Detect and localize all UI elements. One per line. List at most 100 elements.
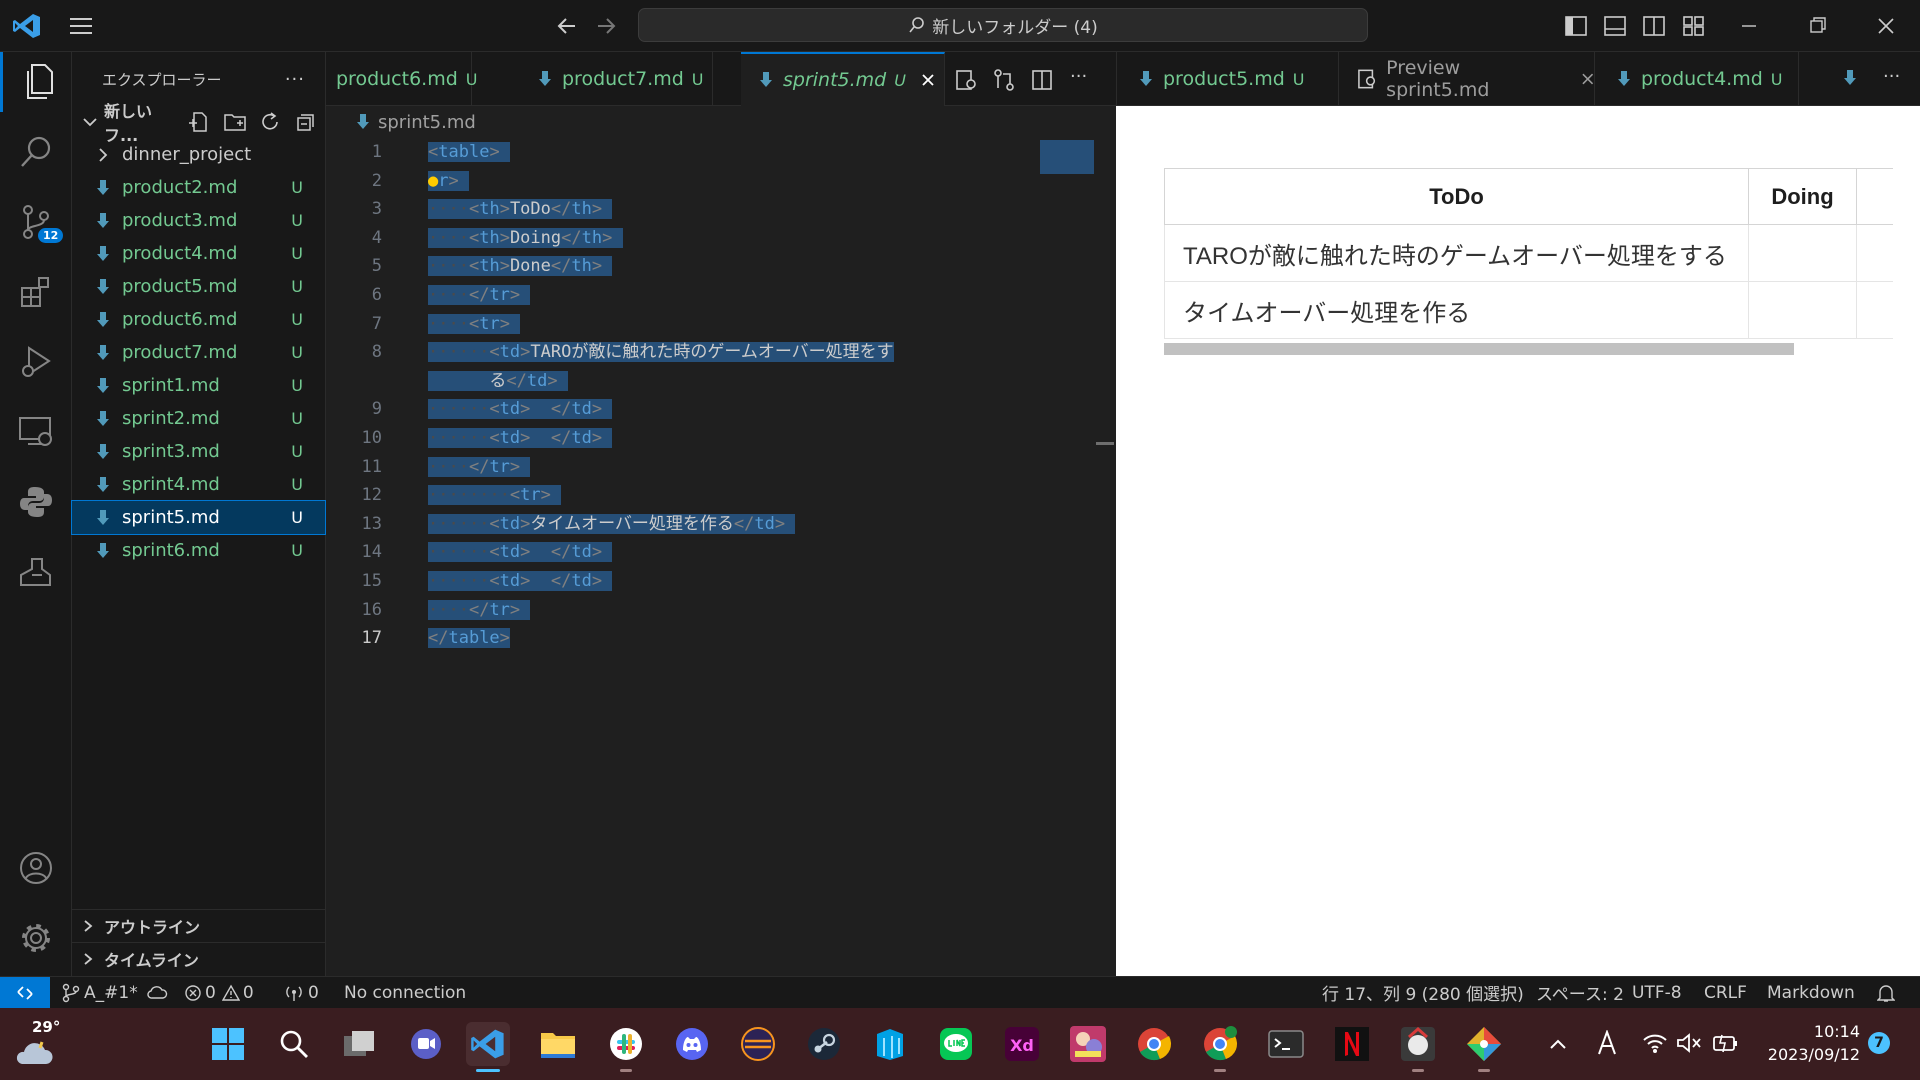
line-app[interactable] <box>934 1022 978 1066</box>
file-item[interactable]: product5.md U <box>72 270 325 303</box>
task-view-button[interactable] <box>338 1022 382 1066</box>
horizontal-scrollbar[interactable] <box>1164 343 1794 355</box>
command-center-search[interactable]: 新しいフォルダー (4) <box>638 8 1368 42</box>
breadcrumb-file[interactable]: sprint5.md <box>378 112 476 133</box>
accounts-button[interactable] <box>0 838 72 898</box>
file-item[interactable]: sprint6.md U <box>72 534 325 567</box>
collapse-all-icon[interactable] <box>288 110 324 134</box>
netflix-app[interactable] <box>1330 1022 1374 1066</box>
teams-chat-app[interactable] <box>404 1022 448 1066</box>
indentation-status[interactable]: スペース: 2 <box>1536 977 1624 1008</box>
tab-product7[interactable]: product7.md U <box>520 52 713 106</box>
more-actions-icon[interactable]: ··· <box>1883 66 1900 87</box>
tab-sprint5[interactable]: sprint5.md U <box>741 52 945 106</box>
start-button[interactable] <box>206 1022 250 1066</box>
remote-indicator[interactable] <box>0 977 50 1008</box>
adobe-xd-app[interactable]: Xd <box>1000 1022 1044 1066</box>
notifications-button[interactable] <box>1877 977 1895 1008</box>
encoding-status[interactable]: UTF-8 <box>1632 977 1682 1008</box>
forward-arrow-icon[interactable] <box>594 15 618 37</box>
source-control-button[interactable]: 12 <box>0 192 72 252</box>
minimize-icon[interactable] <box>1737 15 1761 37</box>
file-item[interactable]: sprint4.md U <box>72 468 325 501</box>
tab-product5[interactable]: product5.md U <box>1117 52 1339 106</box>
weather-widget[interactable]: 29° <box>12 1018 60 1070</box>
split-editor-icon[interactable] <box>1030 68 1054 92</box>
folder-item[interactable]: dinner_project <box>72 138 325 171</box>
docker-button[interactable] <box>0 542 72 602</box>
lightbulb-icon[interactable]: ● <box>428 171 438 191</box>
more-actions-icon[interactable]: ··· <box>285 69 305 90</box>
new-folder-icon[interactable] <box>216 110 252 134</box>
refresh-icon[interactable] <box>252 110 288 134</box>
terminal-app[interactable] <box>1264 1022 1308 1066</box>
clock[interactable]: 10:14 2023/09/12 <box>1760 1020 1860 1066</box>
file-item[interactable]: product6.md U <box>72 303 325 336</box>
taskbar-search[interactable] <box>272 1022 316 1066</box>
tab-product4[interactable]: product4.md U <box>1595 52 1799 106</box>
file-item[interactable]: sprint2.md U <box>72 402 325 435</box>
slack-app[interactable] <box>604 1022 648 1072</box>
toggle-panel-icon[interactable] <box>1603 15 1627 37</box>
tab-product6[interactable]: product6.md U <box>326 52 478 106</box>
branch-status[interactable]: A_#1* <box>62 977 168 1008</box>
remote-explorer-button[interactable] <box>0 402 72 462</box>
file-item[interactable]: sprint3.md U <box>72 435 325 468</box>
explorer-button[interactable] <box>0 52 72 112</box>
ports-status[interactable]: 0 <box>284 977 319 1008</box>
azure-data-studio-app[interactable] <box>868 1022 912 1066</box>
cursor-position[interactable]: 行 17、列 9 (280 個選択) <box>1322 977 1524 1008</box>
language-mode[interactable]: Markdown <box>1767 977 1855 1008</box>
file-item[interactable]: product3.md U <box>72 204 325 237</box>
markdown-file-icon[interactable] <box>1843 69 1857 87</box>
eol-status[interactable]: CRLF <box>1704 977 1747 1008</box>
file-item[interactable]: product2.md U <box>72 171 325 204</box>
minimap[interactable] <box>1040 140 1094 174</box>
git-app[interactable] <box>1462 1022 1506 1072</box>
menu-icon[interactable] <box>68 14 94 38</box>
vertical-scrollbar[interactable] <box>1096 442 1114 445</box>
eclipse-app[interactable] <box>736 1022 780 1066</box>
extensions-button[interactable] <box>0 262 72 322</box>
chrome-profile-app[interactable] <box>1198 1022 1242 1072</box>
restore-icon[interactable] <box>1806 15 1830 37</box>
code-editor[interactable]: sprint5.md 1 2 3 4 5 6 7 8 9 10 11 12 13 14 15 16 17 <ta… <box>326 106 1116 976</box>
more-actions-icon[interactable]: ··· <box>1070 66 1087 87</box>
notification-count-badge[interactable]: 7 <box>1868 1032 1890 1054</box>
chrome-app[interactable] <box>1132 1022 1176 1066</box>
new-file-icon[interactable] <box>180 110 216 134</box>
close-tab-icon[interactable] <box>920 72 936 88</box>
wifi-icon[interactable] <box>1642 1032 1668 1054</box>
chevron-up-icon[interactable] <box>1548 1036 1568 1052</box>
vscode-taskbar-app[interactable] <box>466 1022 510 1072</box>
python-button[interactable] <box>0 472 72 532</box>
back-arrow-icon[interactable] <box>555 15 579 37</box>
file-item[interactable]: product7.md U <box>72 336 325 369</box>
file-item[interactable]: product4.md U <box>72 237 325 270</box>
file-explorer-app[interactable] <box>536 1022 580 1066</box>
open-changes-icon[interactable] <box>992 68 1016 92</box>
graphics-app[interactable] <box>1396 1022 1440 1072</box>
code-content[interactable]: <table> ●r> ····<th>ToDo</th> ····<th>Do… <box>428 138 1078 653</box>
toggle-secondary-sidebar-icon[interactable] <box>1642 15 1666 37</box>
steam-app[interactable] <box>802 1022 846 1066</box>
speaker-muted-icon[interactable] <box>1676 1032 1702 1054</box>
tab-preview-sprint5[interactable]: Preview sprint5.md <box>1339 52 1595 106</box>
battery-icon[interactable] <box>1712 1032 1740 1054</box>
manage-button[interactable] <box>0 908 72 968</box>
file-item[interactable]: sprint1.md U <box>72 369 325 402</box>
search-view-button[interactable] <box>0 122 72 182</box>
outline-section[interactable]: アウトライン <box>72 909 325 942</box>
timeline-section[interactable]: タイムライン <box>72 942 325 975</box>
close-window-icon[interactable] <box>1874 15 1898 37</box>
discord-app[interactable] <box>670 1022 714 1066</box>
vscode-logo-icon[interactable] <box>12 12 42 40</box>
connection-status[interactable]: No connection <box>344 977 466 1008</box>
ime-indicator-icon[interactable] <box>1596 1030 1618 1056</box>
close-tab-icon[interactable] <box>1581 72 1594 86</box>
sync-cloud-icon[interactable] <box>146 984 168 1002</box>
workspace-folder-header[interactable]: 新しいフ... <box>72 102 325 145</box>
problems-status[interactable]: 0 0 <box>184 977 254 1008</box>
customize-layout-icon[interactable] <box>1682 15 1706 37</box>
game-app[interactable] <box>1066 1022 1110 1066</box>
